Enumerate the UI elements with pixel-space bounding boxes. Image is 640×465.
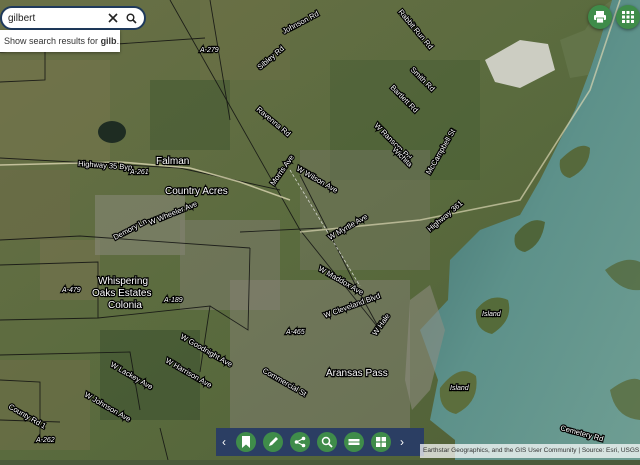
grid-icon bbox=[622, 11, 634, 23]
abstract-label: A-262 bbox=[35, 437, 55, 444]
toolbar-next-button[interactable]: › bbox=[394, 428, 410, 456]
share-icon bbox=[294, 436, 305, 448]
map-view[interactable]: Falman Country Acres Whispering Oaks Est… bbox=[0, 0, 640, 461]
layers-icon bbox=[375, 437, 386, 447]
draw-icon bbox=[268, 437, 278, 446]
abstract-label: A-189 bbox=[163, 297, 183, 304]
close-icon bbox=[108, 13, 118, 23]
search-button[interactable] bbox=[122, 9, 140, 27]
place-label-oaks-estates: Oaks Estates bbox=[92, 288, 151, 299]
search-input[interactable] bbox=[2, 12, 104, 24]
share-button[interactable] bbox=[289, 432, 310, 452]
print-icon bbox=[594, 11, 606, 24]
place-label-country-acres: Country Acres bbox=[165, 186, 228, 197]
abstract-label: A-465 bbox=[285, 329, 305, 336]
apps-button[interactable] bbox=[616, 5, 640, 29]
place-label-falman: Falman bbox=[156, 156, 189, 167]
place-label-colonia: Colonia bbox=[108, 300, 142, 311]
bookmark-button[interactable] bbox=[235, 432, 256, 452]
search-suggestion[interactable]: Show search results for gilb... bbox=[0, 30, 120, 52]
bookmark-icon bbox=[241, 436, 250, 448]
satellite-imagery: Falman Country Acres Whispering Oaks Est… bbox=[0, 0, 640, 461]
abstract-label: A-261 bbox=[129, 169, 149, 176]
draw-button[interactable] bbox=[262, 432, 283, 452]
map-attribution: Earthstar Geographics, and the GIS User … bbox=[420, 444, 640, 458]
place-label-whispering: Whispering bbox=[98, 276, 148, 287]
place-label-aransas-pass: Aransas Pass bbox=[326, 368, 388, 379]
island-label-2: Island bbox=[450, 385, 470, 392]
island-label-1: Island bbox=[482, 311, 502, 318]
abstract-label: A-479 bbox=[61, 287, 81, 294]
suggestion-suffix: ... bbox=[116, 36, 120, 46]
suggestion-term: gilb bbox=[100, 36, 117, 46]
widget-toolbar: ‹ › bbox=[216, 428, 424, 456]
toolbar-prev-button[interactable]: ‹ bbox=[216, 428, 232, 456]
abstract-label: A-279 bbox=[199, 47, 219, 54]
zoom-search-icon bbox=[321, 436, 333, 448]
suggestion-prefix: Show search results for bbox=[4, 36, 99, 46]
basemap-button[interactable] bbox=[343, 432, 364, 452]
search-icon bbox=[126, 13, 137, 24]
layers-button[interactable] bbox=[370, 432, 391, 452]
basemap-icon bbox=[348, 439, 359, 445]
search-bar bbox=[0, 6, 146, 30]
print-button[interactable] bbox=[588, 5, 612, 29]
zoom-search-button[interactable] bbox=[316, 432, 337, 452]
clear-search-button[interactable] bbox=[104, 9, 122, 27]
